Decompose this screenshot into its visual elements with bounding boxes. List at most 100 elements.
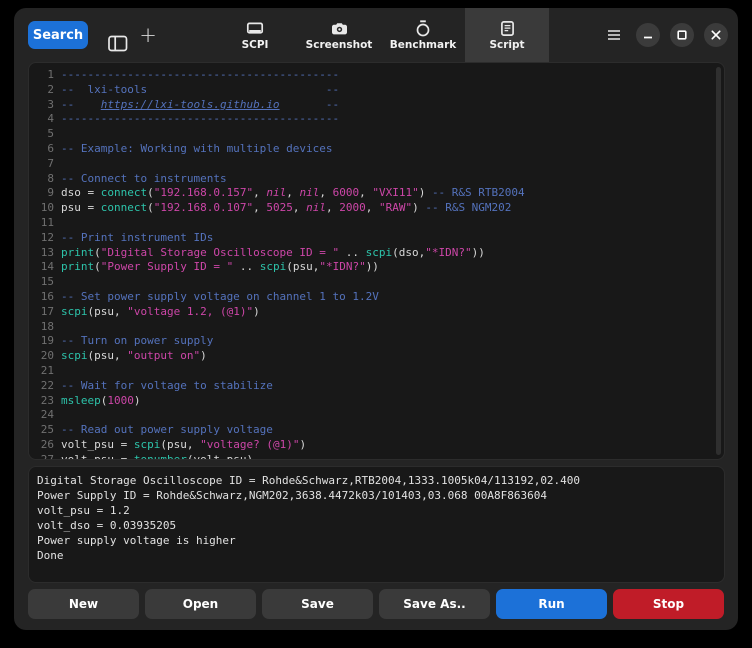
line-number: 18 bbox=[39, 320, 54, 335]
document-icon bbox=[500, 20, 515, 38]
code-line: 12 -- Print instrument IDs bbox=[39, 231, 724, 246]
code-token: -- Print instrument IDs bbox=[61, 231, 213, 244]
close-icon bbox=[711, 30, 721, 40]
editor-scrollbar[interactable] bbox=[716, 67, 721, 455]
code-token: (psu, bbox=[88, 349, 128, 362]
tool-label-benchmark: Benchmark bbox=[390, 39, 457, 51]
run-button[interactable]: Run bbox=[496, 589, 607, 619]
code-line: 25-- Read out power supply voltage bbox=[39, 423, 724, 438]
hamburger-menu-icon bbox=[607, 29, 621, 41]
code-line: 1---------------------------------------… bbox=[39, 68, 724, 83]
code-token: , bbox=[253, 186, 266, 199]
new-button[interactable]: New bbox=[28, 589, 139, 619]
line-number: 12 bbox=[39, 231, 54, 246]
code-line: 18 bbox=[39, 320, 724, 335]
tool-tab-screenshot[interactable]: Screenshot bbox=[297, 8, 381, 62]
code-token: dso = bbox=[61, 186, 101, 199]
code-line: 26volt_psu = scpi(psu, "voltage? (@1)") bbox=[39, 438, 724, 453]
code-token: ( bbox=[147, 186, 154, 199]
tool-label-screenshot: Screenshot bbox=[306, 39, 373, 51]
tool-label-scpi: SCPI bbox=[242, 39, 269, 51]
close-button[interactable] bbox=[704, 23, 728, 47]
desktop-background: Search + SCPI Screenshot Benchmark Script 1… bbox=[0, 0, 752, 648]
code-line: 16-- Set power supply voltage on channel… bbox=[39, 290, 724, 305]
stop-button[interactable]: Stop bbox=[613, 589, 724, 619]
line-number: 7 bbox=[39, 157, 54, 172]
line-number: 21 bbox=[39, 364, 54, 379]
code-token: msleep bbox=[61, 394, 101, 407]
line-number: 25 bbox=[39, 423, 54, 438]
search-button[interactable]: Search bbox=[28, 21, 88, 49]
code-line: 7 bbox=[39, 157, 724, 172]
code-token: )) bbox=[472, 246, 485, 259]
code-token: "RAW" bbox=[379, 201, 412, 214]
code-token: "voltage 1.2, (@1)" bbox=[127, 305, 253, 318]
code-token: , bbox=[293, 201, 306, 214]
sidebar-toggle-button[interactable] bbox=[108, 35, 128, 52]
code-token: volt_psu = bbox=[61, 453, 134, 460]
code-token: 2000 bbox=[339, 201, 366, 214]
code-token: (psu, bbox=[88, 305, 128, 318]
add-tab-button[interactable]: + bbox=[139, 25, 157, 45]
code-token: connect bbox=[101, 186, 147, 199]
output-line: Power Supply ID = Rohde&Schwarz,NGM202,3… bbox=[37, 488, 716, 503]
code-token: nil bbox=[299, 186, 319, 199]
code-token: "Digital Storage Oscilloscope ID = " bbox=[101, 246, 339, 259]
tool-tab-scpi[interactable]: SCPI bbox=[213, 8, 297, 62]
code-token: ----------------------------------------… bbox=[61, 112, 339, 125]
code-token: 1000 bbox=[107, 394, 134, 407]
code-line: 10psu = connect("192.168.0.107", 5025, n… bbox=[39, 201, 724, 216]
instrument-display-icon bbox=[246, 20, 264, 38]
save-as-button[interactable]: Save As.. bbox=[379, 589, 490, 619]
code-token: (dso, bbox=[392, 246, 425, 259]
code-token: scpi bbox=[366, 246, 393, 259]
line-number: 19 bbox=[39, 334, 54, 349]
code-token: 6000 bbox=[333, 186, 360, 199]
menu-button[interactable] bbox=[602, 23, 626, 47]
header-bar: Search + SCPI Screenshot Benchmark Script bbox=[14, 8, 738, 62]
code-line: 22-- Wait for voltage to stabilize bbox=[39, 379, 724, 394]
code-line: 21 bbox=[39, 364, 724, 379]
line-number: 14 bbox=[39, 260, 54, 275]
stopwatch-icon bbox=[415, 20, 431, 38]
line-number: 13 bbox=[39, 246, 54, 261]
code-line: 19-- Turn on power supply bbox=[39, 334, 724, 349]
code-token: psu = bbox=[61, 201, 101, 214]
tool-tab-script[interactable]: Script bbox=[465, 8, 549, 62]
code-line: 13print("Digital Storage Oscilloscope ID… bbox=[39, 246, 724, 261]
tool-tab-benchmark[interactable]: Benchmark bbox=[381, 8, 465, 62]
code-line: 17scpi(psu, "voltage 1.2, (@1)") bbox=[39, 305, 724, 320]
code-token: )) bbox=[366, 260, 379, 273]
open-button[interactable]: Open bbox=[145, 589, 256, 619]
script-editor[interactable]: 1---------------------------------------… bbox=[28, 62, 725, 460]
line-number: 5 bbox=[39, 127, 54, 142]
code-token: "VXI11" bbox=[372, 186, 418, 199]
code-token: https://lxi-tools.github.io bbox=[101, 98, 280, 111]
line-number: 27 bbox=[39, 453, 54, 460]
toolbar-tools: SCPI Screenshot Benchmark Script bbox=[213, 8, 549, 62]
maximize-button[interactable] bbox=[670, 23, 694, 47]
code-token: scpi bbox=[61, 305, 88, 318]
code-token: -- bbox=[280, 98, 340, 111]
code-line: 8-- Connect to instruments bbox=[39, 172, 724, 187]
code-token: -- R&S RTB2004 bbox=[432, 186, 525, 199]
code-token: -- Wait for voltage to stabilize bbox=[61, 379, 273, 392]
code-token: ) bbox=[134, 394, 141, 407]
code-token: ( bbox=[94, 246, 101, 259]
line-number: 24 bbox=[39, 408, 54, 423]
code-line: 3-- https://lxi-tools.github.io -- bbox=[39, 98, 724, 113]
code-token: , bbox=[319, 186, 332, 199]
code-token: , bbox=[326, 201, 339, 214]
code-token: -- Example: Working with multiple device… bbox=[61, 142, 333, 155]
minimize-button[interactable] bbox=[636, 23, 660, 47]
code-token: ) bbox=[299, 438, 306, 451]
output-console: Digital Storage Oscilloscope ID = Rohde&… bbox=[28, 466, 725, 583]
code-token: volt_psu = bbox=[61, 438, 134, 451]
code-token: print bbox=[61, 260, 94, 273]
code-token: (psu, bbox=[286, 260, 319, 273]
code-token: -- Connect to instruments bbox=[61, 172, 227, 185]
line-number: 23 bbox=[39, 394, 54, 409]
save-button[interactable]: Save bbox=[262, 589, 373, 619]
code-token: (psu, bbox=[160, 438, 200, 451]
footer-button-row: NewOpenSaveSave As..RunStop bbox=[28, 589, 724, 619]
